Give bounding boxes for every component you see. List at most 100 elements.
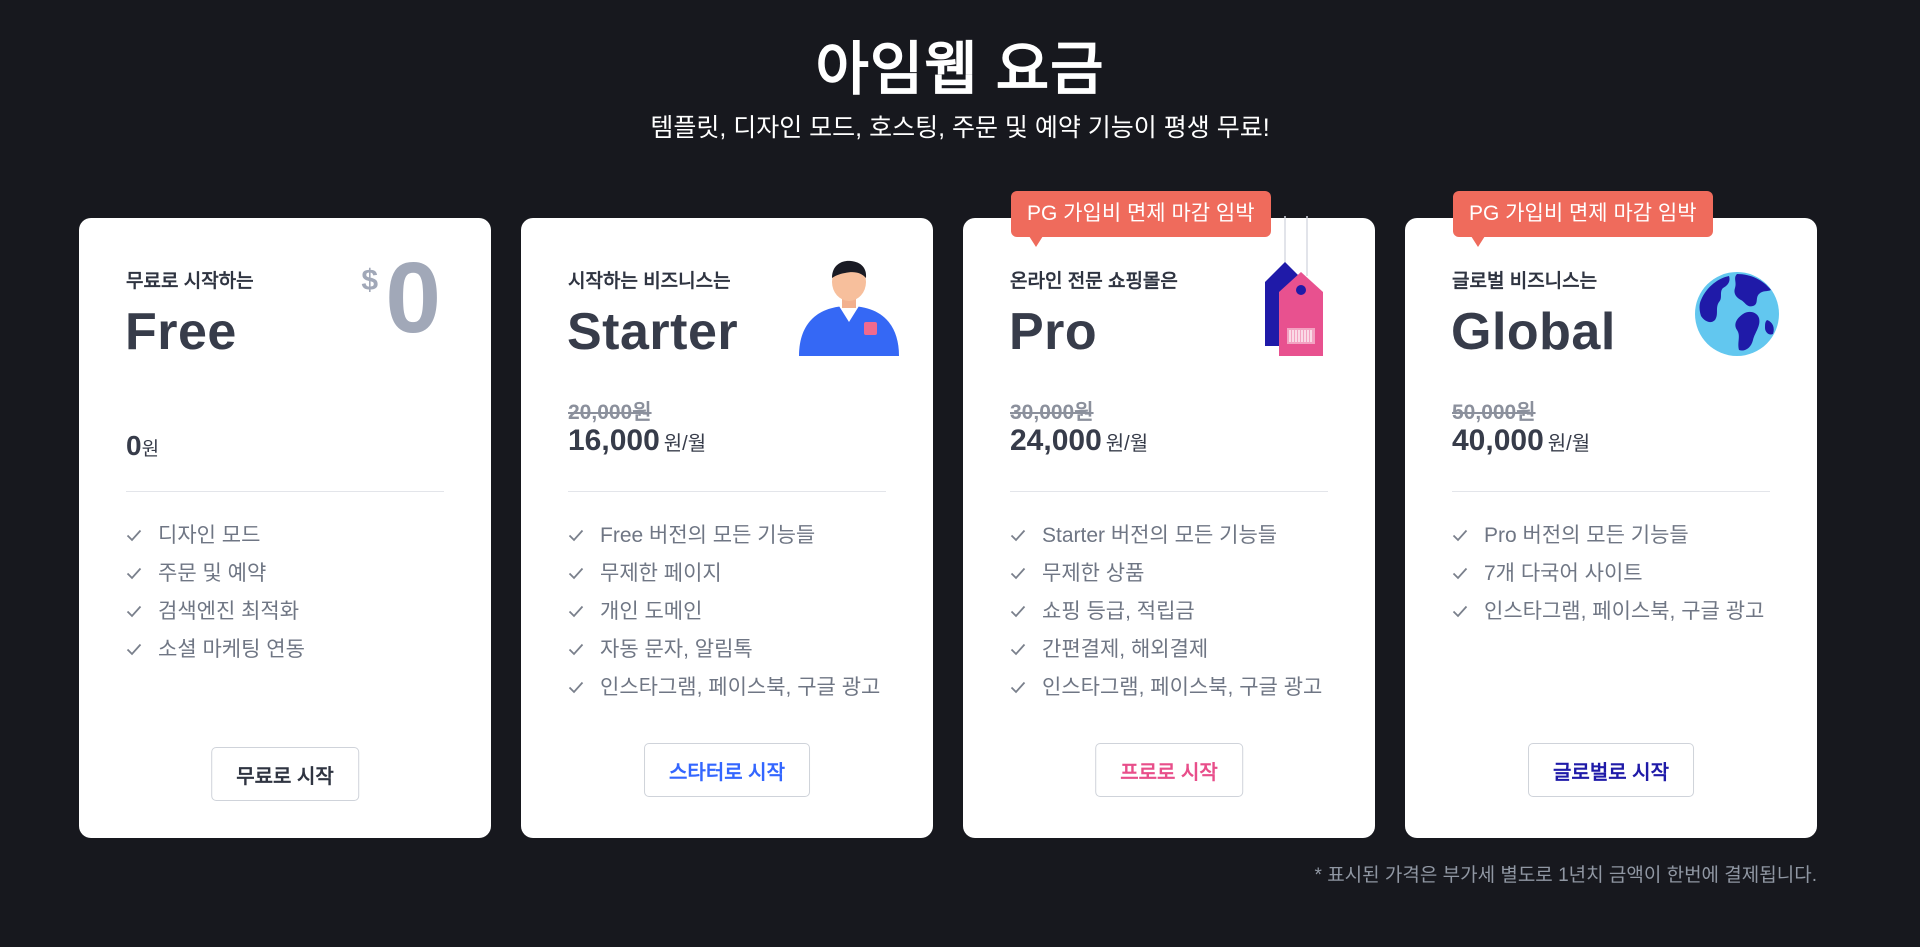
check-icon xyxy=(568,529,584,542)
plan-price-unit: 원/월 xyxy=(1547,433,1591,455)
check-icon xyxy=(1010,567,1026,580)
feature-item: 디자인 모드 xyxy=(126,520,461,551)
plan-price-amount: 24,000 xyxy=(1010,424,1102,457)
feature-item: Free 버전의 모든 기능들 xyxy=(568,520,903,551)
check-icon xyxy=(1010,643,1026,656)
feature-label: 7개 다국어 사이트 xyxy=(1484,562,1643,585)
page-title: 아임웹 요금 xyxy=(815,37,1105,102)
plan-card-free: 무료로 시작하는 Free $ 0 0원 디자인 모드 주문 및 예약 검색엔진… xyxy=(79,218,491,838)
divider xyxy=(1452,491,1770,492)
feature-item: 소셜 마케팅 연동 xyxy=(126,634,461,665)
plan-price-amount: 0 xyxy=(126,430,142,461)
feature-item: 7개 다국어 사이트 xyxy=(1452,558,1787,589)
start-starter-button[interactable]: 스타터로 시작 xyxy=(644,743,810,797)
check-icon xyxy=(126,643,142,656)
feature-label: 간편결제, 해외결제 xyxy=(1042,638,1209,661)
plan-price-unit: 원/월 xyxy=(1105,433,1149,455)
start-pro-button[interactable]: 프로로 시작 xyxy=(1095,743,1243,797)
feature-item: 인스타그램, 페이스북, 구글 광고 xyxy=(568,672,903,703)
plan-eyebrow: 글로벌 비즈니스는 xyxy=(1452,271,1598,292)
feature-item: 무제한 페이지 xyxy=(568,558,903,589)
plan-eyebrow: 시작하는 비즈니스는 xyxy=(568,271,731,292)
feature-item: 주문 및 예약 xyxy=(126,558,461,589)
plan-old-price: 30,000원 xyxy=(1010,401,1094,424)
plan-name: Global xyxy=(1451,303,1616,361)
check-icon xyxy=(1452,605,1468,618)
feature-label: 개인 도메인 xyxy=(600,600,703,623)
plan-old-price: 50,000원 xyxy=(1452,401,1536,424)
feature-list: Pro 버전의 모든 기능들 7개 다국어 사이트 인스타그램, 페이스북, 구… xyxy=(1452,520,1787,634)
feature-list: Starter 버전의 모든 기능들 무제한 상품 쇼핑 등급, 적립금 간편결… xyxy=(1010,520,1345,710)
feature-label: 무제한 페이지 xyxy=(600,562,722,585)
plan-eyebrow: 온라인 전문 쇼핑몰은 xyxy=(1010,271,1178,292)
check-icon xyxy=(126,567,142,580)
check-icon xyxy=(1010,529,1026,542)
feature-label: Free 버전의 모든 기능들 xyxy=(600,524,816,547)
check-icon xyxy=(1452,567,1468,580)
plan-price-unit: 원/월 xyxy=(663,433,707,455)
plan-card-starter: 시작하는 비즈니스는 Starter 20,000원 16,000 원/월 Fre… xyxy=(521,218,933,838)
feature-label: 인스타그램, 페이스북, 구글 광고 xyxy=(1042,676,1323,699)
plan-price: 16,000 원/월 xyxy=(568,424,706,458)
feature-item: 개인 도메인 xyxy=(568,596,903,627)
plan-old-price: 20,000원 xyxy=(568,401,652,424)
divider xyxy=(568,491,886,492)
plan-price-amount: 16,000 xyxy=(568,424,660,457)
divider xyxy=(1010,491,1328,492)
feature-item: 자동 문자, 알림톡 xyxy=(568,634,903,665)
plan-card-pro: PG 가입비 면제 마감 임박 온라인 전문 쇼핑몰은 Pro 30,000원 … xyxy=(963,191,1375,838)
feature-label: 자동 문자, 알림톡 xyxy=(600,638,753,661)
start-free-button[interactable]: 무료로 시작 xyxy=(211,747,359,801)
plan-price-amount: 40,000 xyxy=(1452,424,1544,457)
feature-label: 검색엔진 최적화 xyxy=(158,600,300,623)
feature-label: 인스타그램, 페이스북, 구글 광고 xyxy=(600,676,881,699)
start-global-button[interactable]: 글로벌로 시작 xyxy=(1528,743,1694,797)
plan-card-global: PG 가입비 면제 마감 임박 글로벌 비즈니스는 Global 50,000원… xyxy=(1405,191,1817,838)
feature-label: 쇼핑 등급, 적립금 xyxy=(1042,600,1195,623)
check-icon xyxy=(1452,529,1468,542)
check-icon xyxy=(126,605,142,618)
globe-icon xyxy=(1695,272,1779,356)
feature-label: 디자인 모드 xyxy=(158,524,261,547)
divider xyxy=(126,491,444,492)
dollar-symbol: $ xyxy=(361,264,379,297)
feature-item: 무제한 상품 xyxy=(1010,558,1345,589)
feature-item: 검색엔진 최적화 xyxy=(126,596,461,627)
plan-price: 24,000 원/월 xyxy=(1010,424,1148,458)
feature-list: Free 버전의 모든 기능들 무제한 페이지 개인 도메인 자동 문자, 알림… xyxy=(568,520,903,710)
check-icon xyxy=(1010,681,1026,694)
feature-list: 디자인 모드 주문 및 예약 검색엔진 최적화 소셜 마케팅 연동 xyxy=(126,520,461,672)
dollar-value: 0 xyxy=(385,242,441,354)
plan-price: 40,000 원/월 xyxy=(1452,424,1590,458)
feature-label: 주문 및 예약 xyxy=(158,562,267,585)
pricing-footnote: * 표시된 가격은 부가세 별도로 1년치 금액이 한번에 결제됩니다. xyxy=(1314,865,1817,886)
price-tag-icon xyxy=(1265,216,1323,356)
feature-item: 간편결제, 해외결제 xyxy=(1010,634,1345,665)
plan-eyebrow: 무료로 시작하는 xyxy=(126,271,254,292)
feature-label: 소셜 마케팅 연동 xyxy=(158,638,305,661)
feature-item: 인스타그램, 페이스북, 구글 광고 xyxy=(1010,672,1345,703)
plan-name: Free xyxy=(125,303,237,361)
page-subtitle: 템플릿, 디자인 모드, 호스팅, 주문 및 예약 기능이 평생 무료! xyxy=(650,114,1270,142)
feature-item: 인스타그램, 페이스북, 구글 광고 xyxy=(1452,596,1787,627)
feature-item: 쇼핑 등급, 적립금 xyxy=(1010,596,1345,627)
check-icon xyxy=(1010,605,1026,618)
check-icon xyxy=(568,681,584,694)
feature-label: Starter 버전의 모든 기능들 xyxy=(1042,524,1278,547)
feature-label: 무제한 상품 xyxy=(1042,562,1145,585)
feature-label: Pro 버전의 모든 기능들 xyxy=(1484,524,1689,547)
check-icon xyxy=(568,643,584,656)
dollar-zero-icon: $ 0 xyxy=(361,248,441,348)
check-icon xyxy=(126,529,142,542)
plan-price-unit: 원 xyxy=(141,439,160,460)
feature-label: 인스타그램, 페이스북, 구글 광고 xyxy=(1484,600,1765,623)
check-icon xyxy=(568,605,584,618)
promo-badge: PG 가입비 면제 마감 임박 xyxy=(1453,191,1713,247)
feature-item: Pro 버전의 모든 기능들 xyxy=(1452,520,1787,551)
feature-item: Starter 버전의 모든 기능들 xyxy=(1010,520,1345,551)
promo-badge: PG 가입비 면제 마감 임박 xyxy=(1011,191,1271,247)
person-icon xyxy=(799,260,899,356)
plan-price: 0원 xyxy=(126,430,159,462)
check-icon xyxy=(568,567,584,580)
plan-name: Starter xyxy=(567,303,739,361)
